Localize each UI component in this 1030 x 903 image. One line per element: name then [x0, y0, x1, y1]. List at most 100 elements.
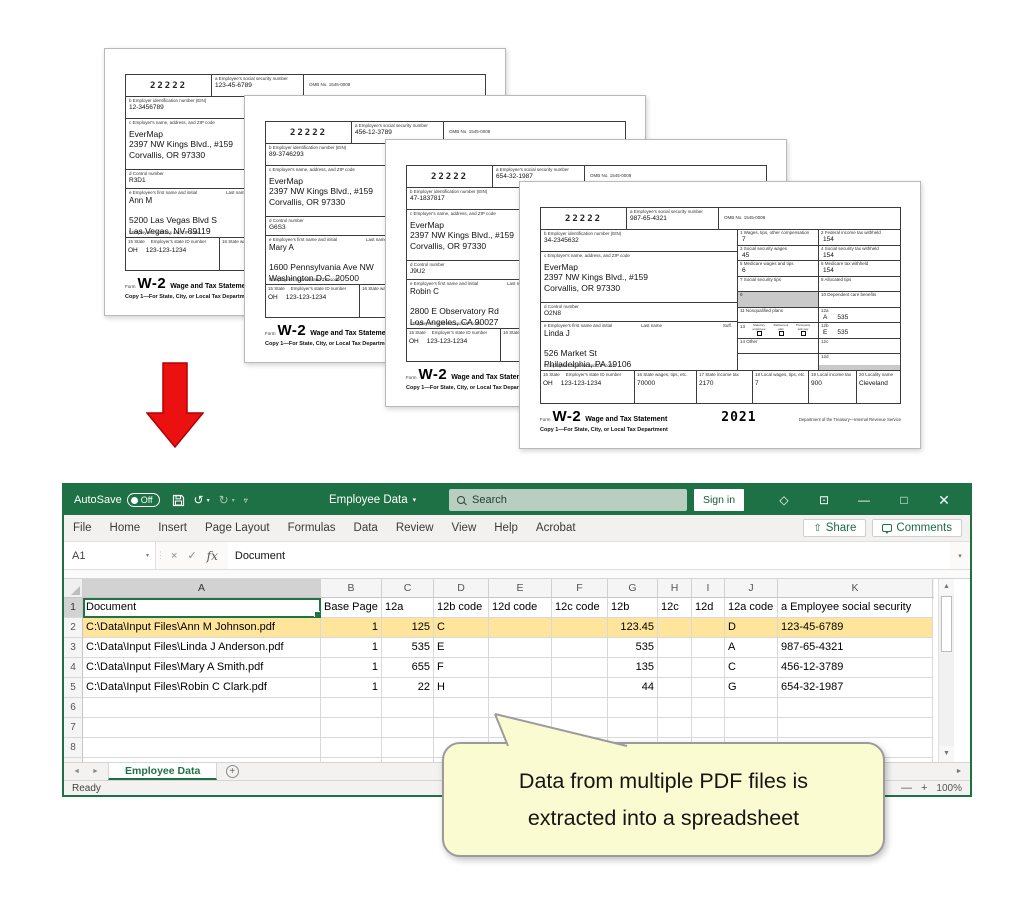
cell[interactable]: 1: [321, 638, 382, 658]
cell[interactable]: C:\Data\Input Files\Robin C Clark.pdf: [83, 678, 321, 698]
cell[interactable]: C: [725, 658, 778, 678]
maximize-button[interactable]: □: [884, 493, 924, 507]
autosave-toggle[interactable]: AutoSave Off: [74, 493, 160, 507]
column-header-F[interactable]: F: [552, 579, 608, 597]
cell[interactable]: 22: [382, 678, 434, 698]
cell[interactable]: 654-32-1987: [778, 678, 933, 698]
cell[interactable]: 123-45-6789: [778, 618, 933, 638]
minimize-button[interactable]: —: [844, 493, 884, 507]
row-header-7[interactable]: 7: [64, 718, 83, 738]
search-input[interactable]: Search: [449, 489, 687, 511]
cell[interactable]: D: [725, 618, 778, 638]
cell[interactable]: 655: [382, 658, 434, 678]
cell[interactable]: 12c code: [552, 598, 608, 618]
tab-review[interactable]: Review: [387, 515, 443, 542]
cell[interactable]: [692, 638, 725, 658]
insert-function-icon[interactable]: fx: [207, 549, 218, 563]
column-header-H[interactable]: H: [658, 579, 692, 597]
cell[interactable]: 125: [382, 618, 434, 638]
hscroll-right-icon[interactable]: ►: [948, 763, 970, 780]
zoom-out-icon[interactable]: —: [901, 782, 912, 794]
cell[interactable]: [725, 698, 778, 718]
cell[interactable]: [489, 618, 552, 638]
cell[interactable]: [321, 738, 382, 758]
tab-data[interactable]: Data: [345, 515, 387, 542]
cell[interactable]: [658, 718, 692, 738]
tab-page-layout[interactable]: Page Layout: [196, 515, 279, 542]
row-header-1[interactable]: 1: [64, 598, 83, 618]
confirm-entry-icon[interactable]: ✓: [187, 549, 196, 562]
cell[interactable]: 1: [321, 678, 382, 698]
cell[interactable]: Base Page: [321, 598, 382, 618]
tab-help[interactable]: Help: [485, 515, 527, 542]
cell[interactable]: [692, 658, 725, 678]
cell[interactable]: 135: [608, 658, 658, 678]
cell[interactable]: [489, 658, 552, 678]
cell[interactable]: C:\Data\Input Files\Ann M Johnson.pdf: [83, 618, 321, 638]
cell[interactable]: 12a: [382, 598, 434, 618]
cell[interactable]: 123.45: [608, 618, 658, 638]
cell[interactable]: 12a code: [725, 598, 778, 618]
cell[interactable]: [658, 618, 692, 638]
close-button[interactable]: ✕: [924, 492, 964, 509]
add-sheet-button[interactable]: +: [217, 763, 247, 780]
cell[interactable]: 535: [382, 638, 434, 658]
cell[interactable]: A: [725, 638, 778, 658]
cell[interactable]: F: [434, 658, 489, 678]
cell[interactable]: [382, 718, 434, 738]
cell[interactable]: [552, 638, 608, 658]
cell[interactable]: C:\Data\Input Files\Mary A Smith.pdf: [83, 658, 321, 678]
undo-icon[interactable]: ↺: [194, 493, 204, 507]
formula-input[interactable]: Document: [228, 542, 950, 569]
tab-formulas[interactable]: Formulas: [279, 515, 345, 542]
cell[interactable]: [725, 718, 778, 738]
cell[interactable]: 987-65-4321: [778, 638, 933, 658]
tab-home[interactable]: Home: [101, 515, 150, 542]
row-header-3[interactable]: 3: [64, 638, 83, 658]
cell[interactable]: 1: [321, 658, 382, 678]
cell[interactable]: [552, 678, 608, 698]
cell[interactable]: [658, 638, 692, 658]
sheet-tab-employee-data[interactable]: Employee Data: [108, 763, 217, 780]
cell[interactable]: [778, 698, 933, 718]
scroll-down-icon[interactable]: ▼: [939, 746, 954, 762]
row-header-2[interactable]: 2: [64, 618, 83, 638]
sheet-nav-left-icon[interactable]: ◄: [73, 768, 80, 775]
cell[interactable]: [552, 658, 608, 678]
column-header-B[interactable]: B: [321, 579, 382, 597]
cell[interactable]: [778, 718, 933, 738]
customize-toolbar-icon[interactable]: ▿: [244, 496, 248, 505]
cell[interactable]: [489, 678, 552, 698]
redo-icon[interactable]: ↻: [219, 493, 229, 507]
cell[interactable]: C: [434, 618, 489, 638]
cell[interactable]: [658, 658, 692, 678]
row-header-6[interactable]: 6: [64, 698, 83, 718]
column-header-A[interactable]: A: [83, 579, 321, 597]
cell[interactable]: 12b code: [434, 598, 489, 618]
column-header-I[interactable]: I: [692, 579, 725, 597]
share-button[interactable]: ⇧Share: [803, 519, 866, 537]
cell[interactable]: [321, 698, 382, 718]
scroll-up-icon[interactable]: ▲: [939, 579, 954, 595]
row-header-4[interactable]: 4: [64, 658, 83, 678]
cell[interactable]: H: [434, 678, 489, 698]
tab-view[interactable]: View: [443, 515, 486, 542]
tab-insert[interactable]: Insert: [149, 515, 196, 542]
select-all-corner[interactable]: [64, 579, 83, 597]
cell[interactable]: C:\Data\Input Files\Linda J Anderson.pdf: [83, 638, 321, 658]
cell[interactable]: [658, 678, 692, 698]
cell[interactable]: a Employee social security: [778, 598, 933, 618]
cell[interactable]: [382, 738, 434, 758]
cell[interactable]: E: [434, 638, 489, 658]
column-header-J[interactable]: J: [725, 579, 778, 597]
cell[interactable]: 12b: [608, 598, 658, 618]
cell[interactable]: [692, 718, 725, 738]
cell[interactable]: 12c: [658, 598, 692, 618]
cell[interactable]: 1: [321, 618, 382, 638]
column-header-D[interactable]: D: [434, 579, 489, 597]
cell[interactable]: G: [725, 678, 778, 698]
cell[interactable]: [692, 618, 725, 638]
cell[interactable]: [552, 618, 608, 638]
column-header-K[interactable]: K: [778, 579, 933, 597]
cell[interactable]: [83, 718, 321, 738]
